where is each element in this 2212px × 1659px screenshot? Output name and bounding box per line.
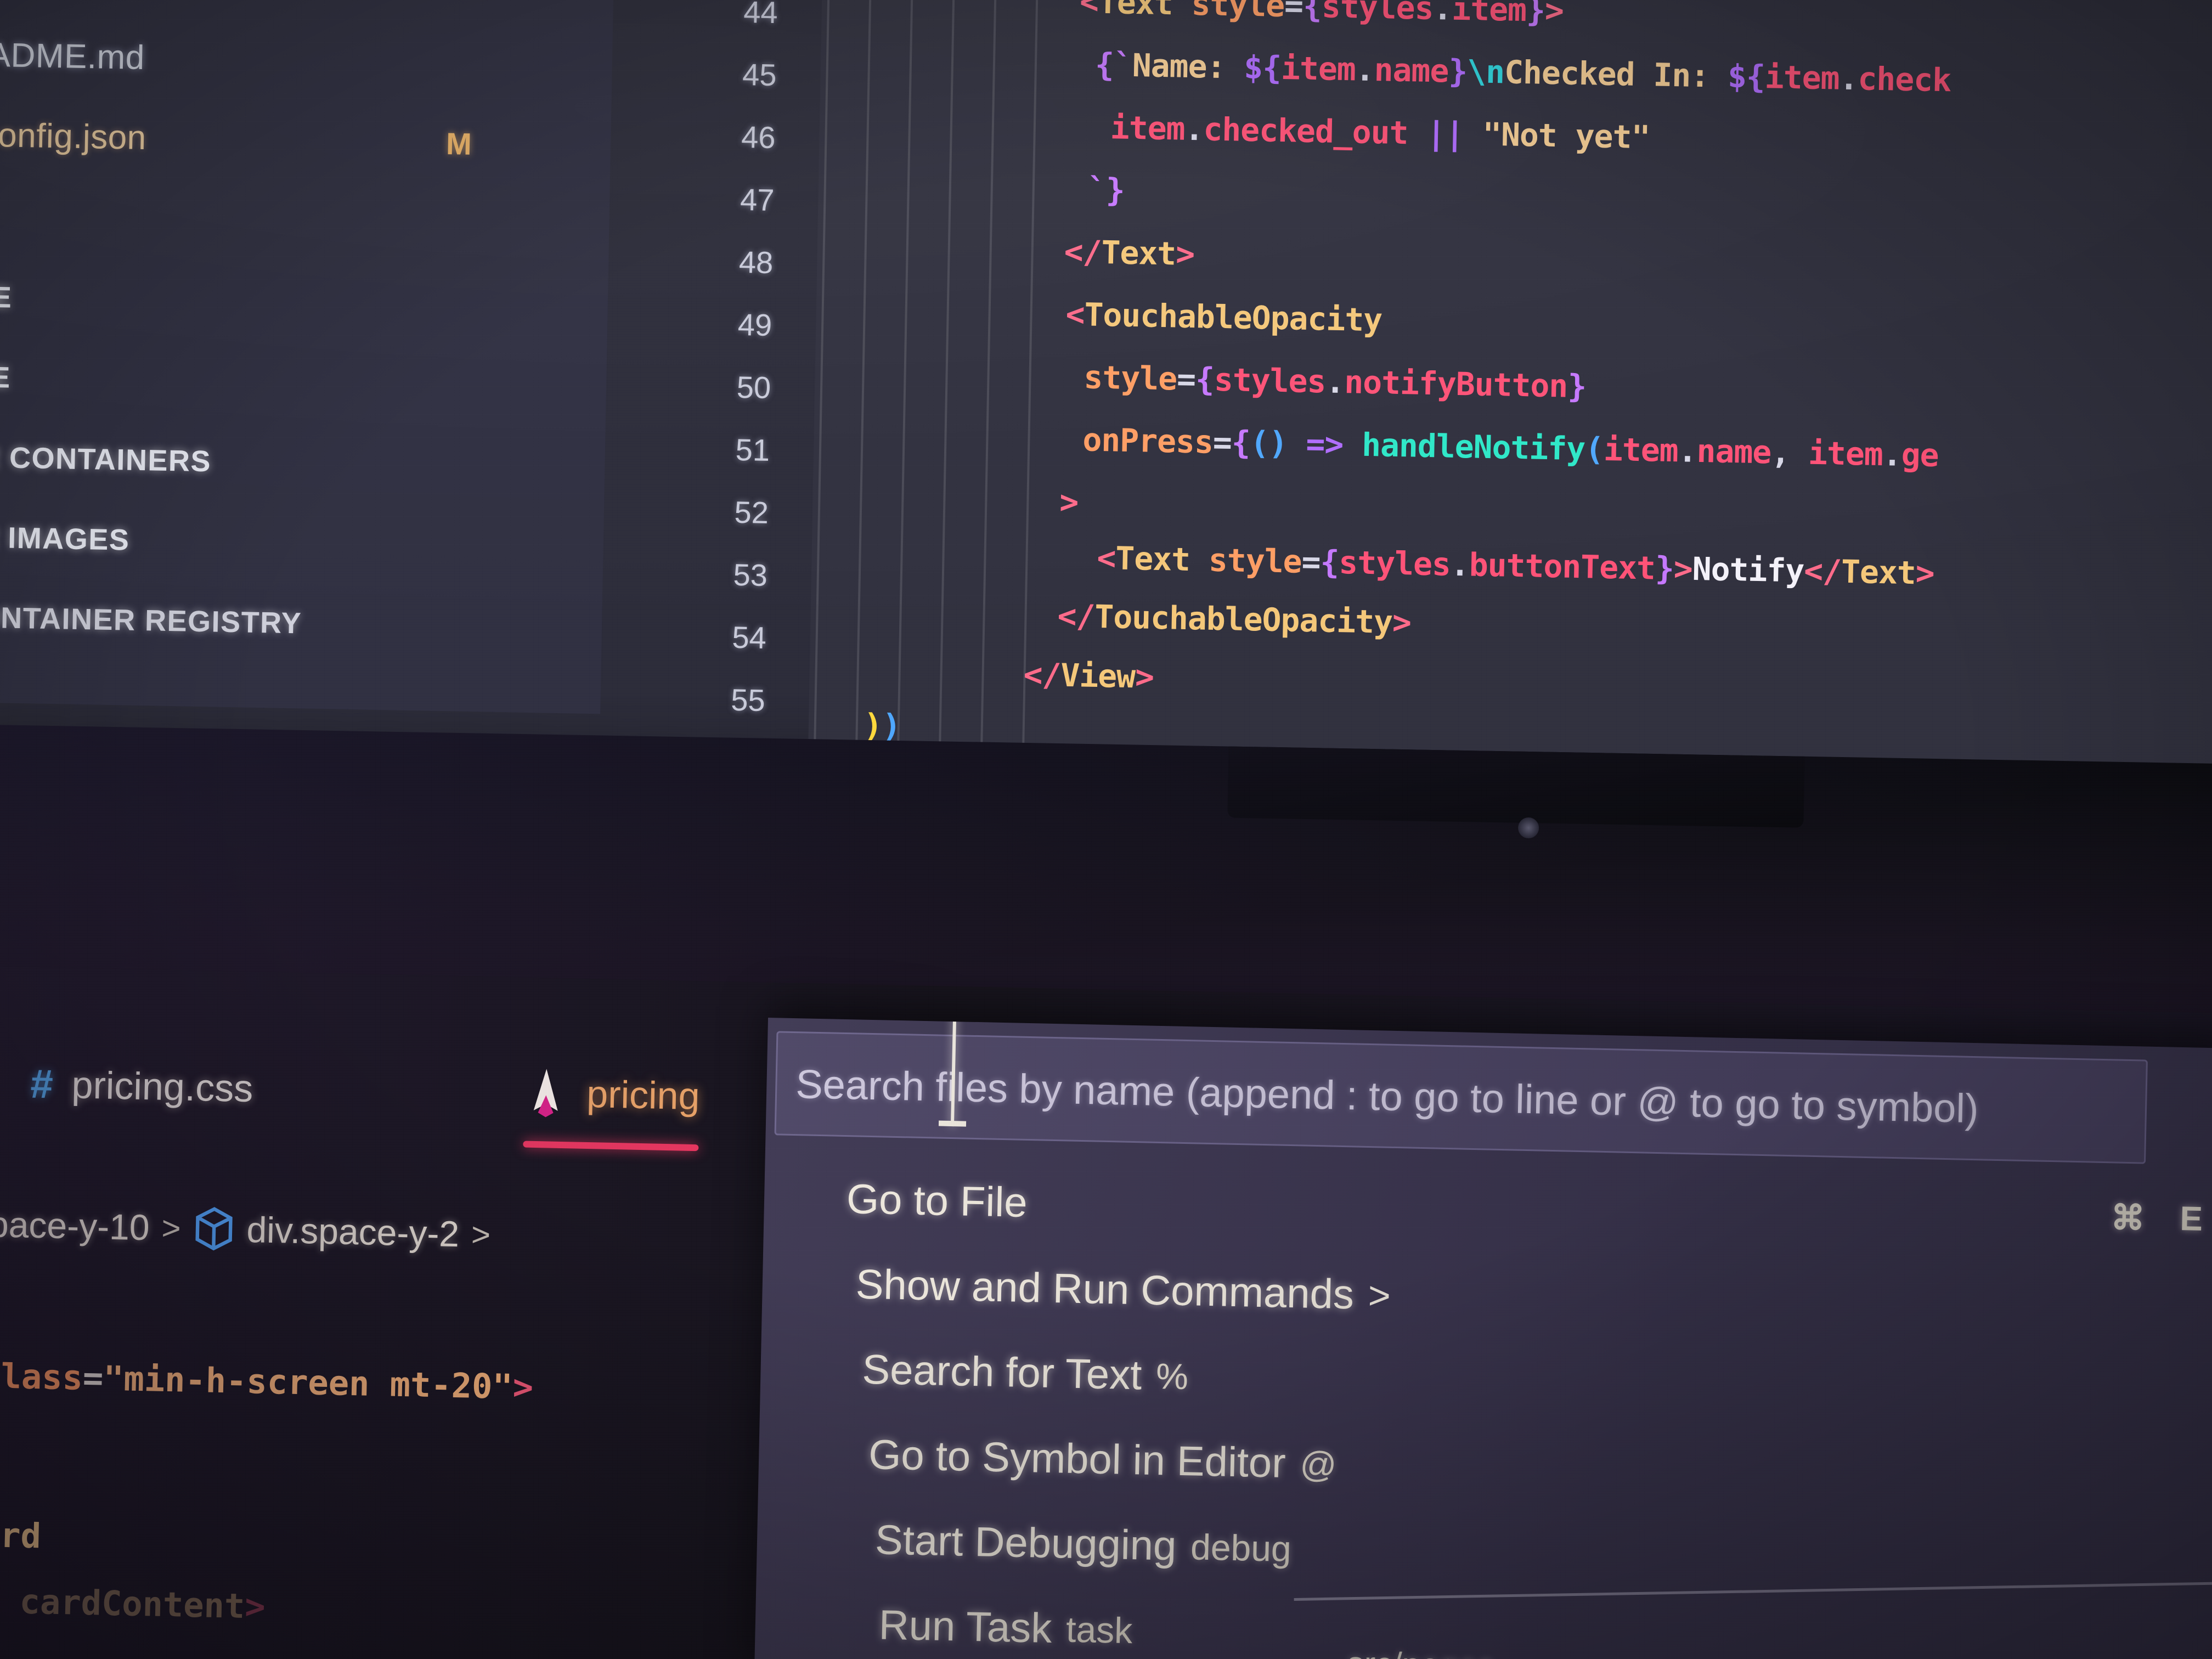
search-placeholder: Search files by name (append : to go to … (795, 1060, 1979, 1131)
chevron-right-icon: > (1368, 1273, 1391, 1317)
item-hint: debug (1190, 1526, 1292, 1569)
line-number: 48 (738, 244, 774, 280)
breadcrumb-item-parent[interactable]: xl.space-y-10 (0, 1202, 150, 1248)
item-label: Start Debugging (874, 1516, 1177, 1570)
code-line: class="min-h-screen mt-20"> (0, 1355, 534, 1407)
line-number: 47 (740, 182, 775, 217)
sidebar-section-timeline[interactable]: INE (0, 337, 607, 429)
top-monitor-screen: ackage.json M EADME.md sconfig.json M IN… (0, 0, 2212, 788)
search-input[interactable]: Search files by name (append : to go to … (774, 1018, 2148, 1164)
modified-badge: M (445, 126, 472, 161)
section-label: ER CONTAINERS (0, 441, 212, 478)
explorer-gap (0, 174, 610, 269)
hash-icon: # (30, 1060, 54, 1107)
line-number: 50 (736, 369, 771, 405)
cube-icon (193, 1205, 235, 1252)
line-number: 54 (731, 619, 767, 655)
bracket-pair-glyph: )) (863, 707, 901, 745)
code-line: <Text style={styles.buttonText}>Notify</… (1096, 539, 1935, 592)
breadcrumb[interactable]: xl.space-y-10 > div.space-y-2 > (0, 1184, 812, 1279)
line-number: 44 (743, 0, 778, 30)
tab-pricing-css[interactable]: # pricing.css (30, 1060, 254, 1111)
file-explorer-sidebar[interactable]: ackage.json M EADME.md sconfig.json M IN… (0, 0, 614, 714)
code-line: > (1059, 483, 1079, 521)
item-label: Go to File (846, 1176, 1028, 1226)
chevron-right-icon-2: > (471, 1216, 491, 1253)
line-number: 55 (730, 682, 766, 718)
code-line: onPress={() => handleNotify(item.name, i… (1082, 421, 1939, 475)
section-label: ER IMAGES (0, 521, 130, 557)
editor-tab-bar[interactable]: # pricing.css pricing (0, 1048, 783, 1175)
item-label: Run Task (878, 1601, 1053, 1652)
line-number: 49 (737, 307, 772, 342)
explorer-file-row[interactable]: sconfig.json M (0, 94, 611, 187)
command-key-icon: ⌘ (2110, 1199, 2146, 1238)
code-editor-pane[interactable]: style={styles.itemContainer}> <Text styl… (808, 0, 2212, 767)
active-tab-underline (523, 1141, 699, 1152)
file-name: sconfig.json (0, 115, 147, 157)
item-label: Show and Run Commands (855, 1261, 1355, 1318)
breadcrumb-item-current[interactable]: div.space-y-2 (246, 1209, 460, 1255)
palette-item-list[interactable]: Go to File ⌘ E Show and Run Commands > S… (754, 1155, 2212, 1659)
sidebar-section-docker-containers[interactable]: ER CONTAINERS (0, 417, 606, 509)
modified-badge: M (460, 0, 486, 2)
code-line: </TouchableOpacity> (1057, 597, 1412, 641)
code-line: `} (1087, 171, 1125, 209)
item-hint: task (1065, 1609, 1133, 1651)
sidebar-section-docker-images[interactable]: ER IMAGES (0, 497, 604, 589)
section-label: CONTAINER REGISTRY (0, 600, 302, 640)
line-number: 45 (742, 57, 777, 92)
code-line-occluded: cardContent> (19, 1581, 266, 1627)
sidebar-section-container-registry[interactable]: CONTAINER REGISTRY (0, 577, 602, 669)
line-number-gutter: 43 44 45 46 47 48 49 50 51 52 53 54 55 (600, 0, 845, 718)
code-line: {`Name: ${item.name}\nChecked In: ${item… (1094, 46, 1951, 99)
item-label: Go to Symbol in Editor (868, 1431, 1286, 1487)
line-number: 51 (735, 432, 770, 467)
code-line: style={styles.notifyButton} (1083, 358, 1587, 405)
code-line: item.checked_out || "Not yet" (1110, 109, 1651, 156)
item-hint: % (1155, 1355, 1189, 1397)
section-label: INE (0, 360, 12, 394)
code-line: </View> (1023, 656, 1154, 696)
command-palette[interactable]: Search files by name (append : to go to … (754, 1018, 2212, 1659)
code-line: </Text> (1064, 233, 1195, 273)
code-line: <Card (0, 1514, 42, 1556)
line-number: 53 (732, 557, 768, 592)
code-line: <Text style={styles.item}> (1079, 0, 1564, 30)
file-name: EADME.md (0, 35, 145, 77)
line-number: 46 (741, 119, 776, 155)
section-label: INE (0, 280, 13, 314)
tab-pricing-astro[interactable]: pricing (523, 1066, 701, 1152)
tab-label: pricing.css (71, 1063, 254, 1110)
palette-footer-path: src/pages (1347, 1644, 1495, 1659)
tab-label: pricing (586, 1072, 701, 1118)
chevron-right-icon: > (161, 1209, 182, 1246)
key-e-icon: E (2179, 1199, 2203, 1238)
astro-icon (523, 1066, 568, 1120)
code-line: <TouchableOpacity (1065, 295, 1383, 339)
item-label: Search for Text (861, 1346, 1143, 1399)
keyboard-shortcut-badge: ⌘ E (2111, 1197, 2203, 1239)
explorer-file-row[interactable]: EADME.md (0, 14, 613, 106)
line-number: 52 (734, 494, 769, 530)
dual-monitor-photo: ackage.json M EADME.md sconfig.json M IN… (0, 0, 2212, 1659)
item-hint: @ (1299, 1443, 1338, 1485)
sidebar-section-outline[interactable]: INE (0, 257, 608, 349)
